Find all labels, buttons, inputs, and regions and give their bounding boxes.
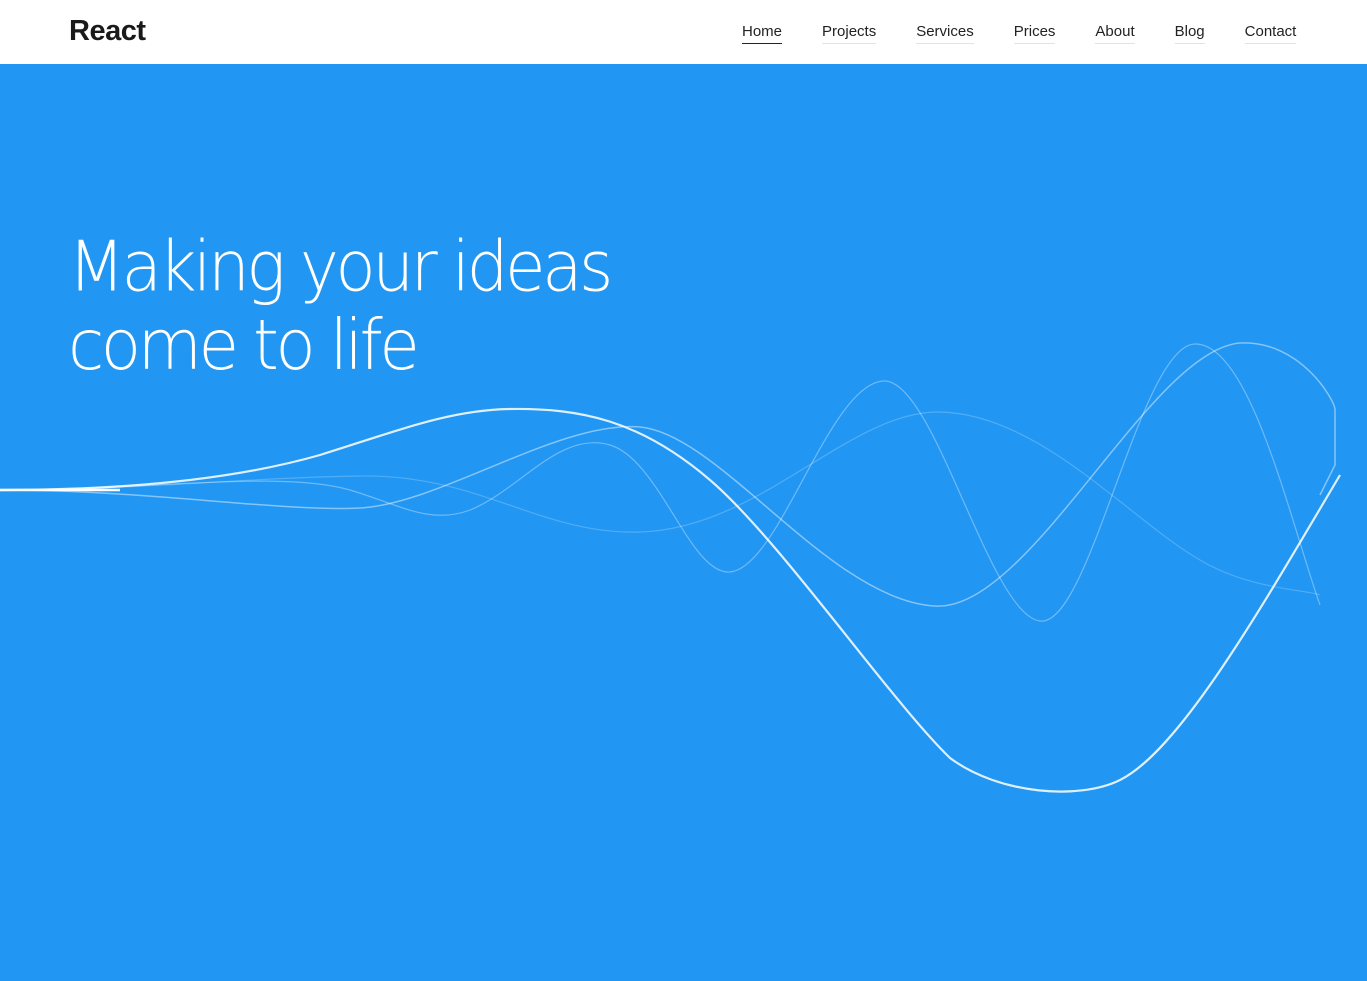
main-nav: Home Projects Services Prices About Blog… [742,22,1297,44]
nav-home-link[interactable]: Home [742,22,783,44]
hero-title: Making your ideas come to life [68,225,613,386]
nav-contact-link[interactable]: Contact [1244,22,1297,44]
hero-title-line-2: come to life [68,304,420,386]
nav-blog-link[interactable]: Blog [1174,22,1205,44]
site-header: React Home Projects Services Prices Abou… [0,0,1367,64]
nav-projects-link[interactable]: Projects [822,22,877,44]
nav-prices-link[interactable]: Prices [1013,22,1056,44]
hero-wave-graphic [0,342,1341,793]
hero-section: Making your ideas come to life [0,64,1367,981]
hero-title-line-1: Making your ideas [68,225,613,308]
site-logo[interactable]: React [69,14,146,48]
nav-services-link[interactable]: Services [916,22,974,44]
wave-line-primary [0,407,1341,793]
nav-about-link[interactable]: About [1095,22,1135,44]
